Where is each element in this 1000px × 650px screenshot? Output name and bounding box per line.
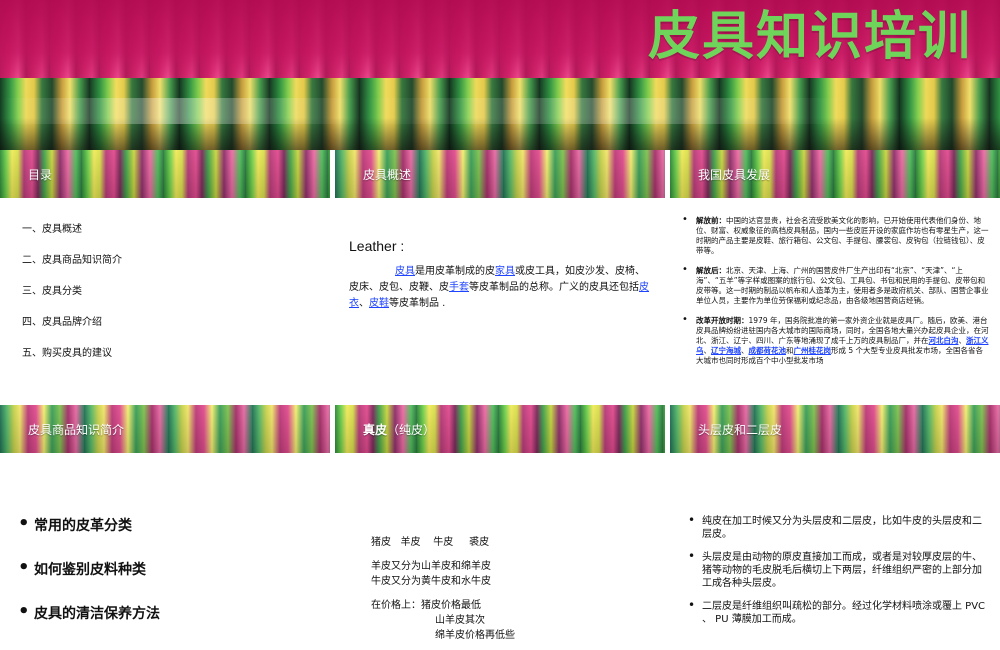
toc-item: 四、皮具品牌介绍 xyxy=(22,317,102,328)
link-leather-shoes[interactable]: 皮鞋 xyxy=(369,298,389,309)
development-text: 北京、天津、上海、广州的国营皮件厂生产出印有“北京”、“天津”、“上海”、“五羊… xyxy=(696,266,989,305)
price-label: 在价格上： xyxy=(371,600,421,611)
layers-item: 二层皮是纤维组织叫疏松的部分。经过化学材料喷涂或覆上 PVC 、 PU 薄膜加工… xyxy=(688,599,988,626)
slide-thumb-body: 纯皮在加工时候又分为头层皮和二层皮，比如牛皮的头层皮和二层皮。 头层皮是由动物的… xyxy=(670,453,1000,650)
slide-thumb-title: 真皮（纯皮） xyxy=(363,421,435,438)
title-bold: 真皮 xyxy=(363,423,388,437)
slide-thumb-header: 目录 xyxy=(0,150,330,198)
link-hehuachi[interactable]: 成都荷花池 xyxy=(749,346,787,355)
text-segment: 、 xyxy=(359,298,369,309)
knowledge-item: 如何鉴别皮料种类 xyxy=(18,557,160,579)
slide-thumb-body: Leather : 皮具是用皮革制成的皮家具或皮工具，如皮沙发、皮椅、皮床、皮包… xyxy=(335,198,665,395)
link-gloves[interactable]: 手套 xyxy=(449,282,469,293)
development-item: 解放前：中国的达官显贵，社会名流受欧美文化的影响，已开始使用代表他们身份、地位、… xyxy=(682,215,990,256)
layers-item: 纯皮在加工时候又分为头层皮和二层皮，比如牛皮的头层皮和二层皮。 xyxy=(688,514,988,541)
separator: 、 xyxy=(958,336,967,345)
separator: 、 xyxy=(741,346,749,355)
separator: 和 xyxy=(786,346,794,355)
price-text: 绵羊皮价格再低些 xyxy=(435,630,515,641)
development-list: 解放前：中国的达官显贵，社会名流受欧美文化的影响，已开始使用代表他们身份、地位、… xyxy=(682,215,990,376)
knowledge-list: 常用的皮革分类 如何鉴别皮料种类 皮具的清洁保养方法 xyxy=(18,513,160,647)
link-guihua[interactable]: 广州桂花 xyxy=(794,346,824,355)
text-segment: 等皮革制品 . xyxy=(389,298,446,309)
link-furniture[interactable]: 家具 xyxy=(495,266,515,277)
link-baigou[interactable]: 河北白沟 xyxy=(929,336,959,345)
leather-types: 猪皮 羊皮 牛皮 裘皮 羊皮又分为山羊皮和绵羊皮 牛皮又分为黄牛皮和水牛皮 在价… xyxy=(371,535,515,643)
slide-thumb-header: 真皮（纯皮） xyxy=(335,405,665,453)
text-segment: 等皮革制品的总称。广义的皮具还包括 xyxy=(469,282,639,293)
leather-types-line: 羊皮又分为山羊皮和绵羊皮 xyxy=(371,561,491,572)
slide-thumb-knowledge[interactable]: 皮具商品知识简介 常用的皮革分类 如何鉴别皮料种类 皮具的清洁保养方法 xyxy=(0,405,330,650)
link-gang[interactable]: 岗 xyxy=(824,346,832,355)
slide-thumb-body: 猪皮 羊皮 牛皮 裘皮 羊皮又分为山羊皮和绵羊皮 牛皮又分为黄牛皮和水牛皮 在价… xyxy=(335,453,665,650)
text-segment: 是用皮革制成的皮 xyxy=(415,266,495,277)
link-haicheng[interactable]: 辽宁海城 xyxy=(711,346,741,355)
toc-item: 二、皮具商品知识简介 xyxy=(22,255,122,266)
slide-thumb-header: 我国皮具发展 xyxy=(670,150,1000,198)
leather-description: 皮具是用皮革制成的皮家具或皮工具，如皮沙发、皮椅、皮床、皮包、皮鞭、皮手套等皮革… xyxy=(349,264,649,312)
price-text: 山羊皮其次 xyxy=(435,615,485,626)
toc-list: 一、皮具概述 二、皮具商品知识简介 三、皮具分类 四、皮具品牌介绍 五、购买皮具… xyxy=(22,220,122,375)
slide-thumb-body: 常用的皮革分类 如何鉴别皮料种类 皮具的清洁保养方法 xyxy=(0,453,330,650)
development-label: 改革开放时期： xyxy=(696,316,749,325)
banner-title: 皮具知识培训 xyxy=(647,6,972,67)
slide-thumb-overview[interactable]: 皮具概述 Leather : 皮具是用皮革制成的皮家具或皮工具，如皮沙发、皮椅、… xyxy=(335,150,665,395)
leather-types-line: 猪皮 羊皮 牛皮 裘皮 xyxy=(371,537,490,548)
price-line: 绵羊皮价格再低些 xyxy=(371,628,515,643)
link-leather-goods[interactable]: 皮具 xyxy=(395,266,415,277)
price-text: 猪皮价格最低 xyxy=(421,600,481,611)
development-item: 改革开放时期：1979 年，国务院批准的第一家外资企业就是皮具厂。随后，欧美、港… xyxy=(682,315,990,366)
development-label: 解放前： xyxy=(696,216,726,225)
slide-thumb-title: 头层皮和二层皮 xyxy=(698,423,783,437)
slide-thumb-layers[interactable]: 头层皮和二层皮 纯皮在加工时候又分为头层皮和二层皮，比如牛皮的头层皮和二层皮。 … xyxy=(670,405,1000,650)
leather-types-line: 牛皮又分为黄牛皮和水牛皮 xyxy=(371,576,491,587)
toc-item: 三、皮具分类 xyxy=(22,286,82,297)
slide-thumb-title: 皮具概述 xyxy=(363,168,412,182)
price-line: 山羊皮其次 xyxy=(371,613,515,628)
slide-thumb-body: 解放前：中国的达官显贵，社会名流受欧美文化的影响，已开始使用代表他们身份、地位、… xyxy=(670,198,1000,395)
layers-list: 纯皮在加工时候又分为头层皮和二层皮，比如牛皮的头层皮和二层皮。 头层皮是由动物的… xyxy=(688,514,988,636)
slide-thumb-title: 皮具商品知识简介 xyxy=(28,423,125,437)
price-line: 在价格上：猪皮价格最低 xyxy=(371,598,515,613)
slide-thumb-body: 一、皮具概述 二、皮具商品知识简介 三、皮具分类 四、皮具品牌介绍 五、购买皮具… xyxy=(0,198,330,395)
development-label: 解放后： xyxy=(696,266,726,275)
separator: 、 xyxy=(703,346,712,355)
slide-thumb-genuine-leather[interactable]: 真皮（纯皮） 猪皮 羊皮 牛皮 裘皮 羊皮又分为山羊皮和绵羊皮 牛皮又分为黄牛皮… xyxy=(335,405,665,650)
slide-thumb-toc[interactable]: 目录 一、皮具概述 二、皮具商品知识简介 三、皮具分类 四、皮具品牌介绍 五、购… xyxy=(0,150,330,395)
layers-item: 头层皮是由动物的原皮直接加工而成，或者是对较厚皮层的牛、猪等动物的毛皮脱毛后横切… xyxy=(688,550,988,590)
knowledge-item: 常用的皮革分类 xyxy=(18,513,160,535)
slide-thumb-header: 头层皮和二层皮 xyxy=(670,405,1000,453)
slide-thumb-title: 目录 xyxy=(28,168,53,182)
slide-thumb-title: 我国皮具发展 xyxy=(698,168,771,182)
development-text: 中国的达官显贵，社会名流受欧美文化的影响，已开始使用代表他们身份、地位、财富、权… xyxy=(696,216,989,255)
development-item: 解放后：北京、天津、上海、广州的国营皮件厂生产出印有“北京”、“天津”、“上海”… xyxy=(682,265,990,306)
slide-thumb-development[interactable]: 我国皮具发展 解放前：中国的达官显贵，社会名流受欧美文化的影响，已开始使用代表他… xyxy=(670,150,1000,395)
banner-glow xyxy=(0,98,1000,124)
knowledge-item: 皮具的清洁保养方法 xyxy=(18,601,160,623)
toc-item: 一、皮具概述 xyxy=(22,224,82,235)
slide-thumb-header: 皮具商品知识简介 xyxy=(0,405,330,453)
leather-title: Leather : xyxy=(349,238,405,254)
slide-thumb-header: 皮具概述 xyxy=(335,150,665,198)
toc-item: 五、购买皮具的建议 xyxy=(22,348,112,359)
slide-banner: 皮具知识培训 xyxy=(0,0,1000,150)
title-rest: （纯皮） xyxy=(387,423,436,437)
